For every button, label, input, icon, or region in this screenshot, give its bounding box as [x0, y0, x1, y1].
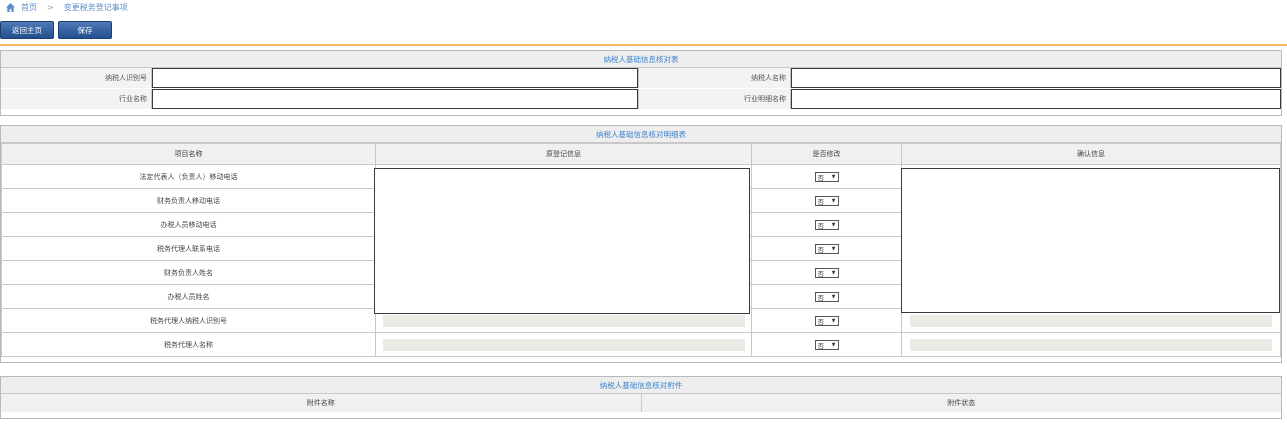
row-label: 财务负责人姓名	[1, 260, 376, 285]
col-header-original: 原登记信息	[375, 143, 752, 165]
taxpayer-id-field[interactable]	[152, 68, 638, 88]
chevron-down-icon: ▼	[831, 197, 836, 204]
chevron-down-icon: ▼	[831, 341, 836, 348]
row-label: 办税人员移动电话	[1, 212, 376, 237]
toolbar: 返回主页 保存	[0, 21, 112, 39]
industry-detail-label: 行业明细名称	[638, 89, 791, 109]
detail-title: 纳税人基础信息核对明细表	[1, 126, 1281, 143]
row-label: 税务代理人纳税人识别号	[1, 308, 376, 333]
basic-info-row-2: 行业名称 行业明细名称	[1, 89, 1281, 109]
chevron-down-icon: ▼	[831, 293, 836, 300]
modify-select[interactable]: 否 ▼	[814, 243, 839, 254]
breadcrumb-home-link[interactable]: 首页	[21, 2, 37, 13]
taxpayer-name-field[interactable]	[791, 68, 1281, 88]
attachment-status-header: 附件状态	[947, 399, 976, 407]
row-label: 办税人员姓名	[1, 284, 376, 309]
confirm-info-field[interactable]	[910, 338, 1272, 351]
col-header-confirm: 确认信息	[901, 143, 1281, 165]
basic-info-title: 纳税人基础信息核对表	[1, 51, 1281, 68]
modify-select[interactable]: 否 ▼	[814, 291, 839, 302]
table-row: 税务代理人名称 否 ▼	[1, 332, 1281, 357]
basic-info-row-1: 纳税人识别号 纳税人名称	[1, 68, 1281, 88]
chevron-down-icon: ▼	[831, 269, 836, 276]
col-header-item: 项目名称	[1, 143, 376, 165]
attachments-panel: 纳税人基础信息核对附件 附件名称 附件状态	[0, 376, 1282, 419]
attachment-name-header: 附件名称	[1, 394, 642, 412]
modify-select[interactable]: 否 ▼	[814, 171, 839, 182]
breadcrumb-separator: >	[47, 2, 54, 12]
basic-info-panel: 纳税人基础信息核对表 纳税人识别号 纳税人名称 行业名称 行业明细名称	[0, 50, 1282, 116]
chevron-down-icon: ▼	[831, 317, 836, 324]
save-button[interactable]: 保存	[58, 21, 112, 39]
chevron-down-icon: ▼	[831, 173, 836, 180]
confirm-info-textarea[interactable]	[901, 168, 1280, 313]
original-info-field[interactable]	[382, 338, 745, 351]
col-header-modify: 是否修改	[751, 143, 902, 165]
industry-field[interactable]	[152, 89, 638, 109]
modify-select[interactable]: 否 ▼	[814, 267, 839, 278]
attachments-header-row: 附件名称 附件状态	[1, 394, 1281, 412]
modify-select[interactable]: 否 ▼	[814, 339, 839, 350]
original-info-field[interactable]	[382, 314, 745, 327]
modify-select[interactable]: 否 ▼	[814, 195, 839, 206]
original-info-textarea[interactable]	[374, 168, 750, 314]
header-divider	[0, 44, 1287, 46]
industry-detail-field[interactable]	[791, 89, 1281, 109]
industry-label: 行业名称	[1, 89, 152, 109]
chevron-down-icon: ▼	[831, 245, 836, 252]
attachments-title: 纳税人基础信息核对附件	[1, 377, 1281, 394]
row-label: 税务代理人名称	[1, 332, 376, 357]
breadcrumb: 首页 > 变更税务登记事项	[6, 1, 128, 13]
home-icon[interactable]	[6, 2, 15, 12]
row-label: 法定代表人（负责人）移动电话	[1, 164, 376, 189]
row-label: 财务负责人移动电话	[1, 188, 376, 213]
modify-select[interactable]: 否 ▼	[814, 219, 839, 230]
taxpayer-id-label: 纳税人识别号	[1, 68, 152, 88]
detail-header-row: 项目名称 原登记信息 是否修改 确认信息	[1, 143, 1281, 165]
row-label: 税务代理人联系电话	[1, 236, 376, 261]
chevron-down-icon: ▼	[831, 221, 836, 228]
back-home-button[interactable]: 返回主页	[0, 21, 54, 39]
modify-select[interactable]: 否 ▼	[814, 315, 839, 326]
confirm-info-field[interactable]	[910, 314, 1272, 327]
taxpayer-name-label: 纳税人名称	[638, 68, 791, 88]
breadcrumb-current: 变更税务登记事项	[63, 2, 128, 12]
